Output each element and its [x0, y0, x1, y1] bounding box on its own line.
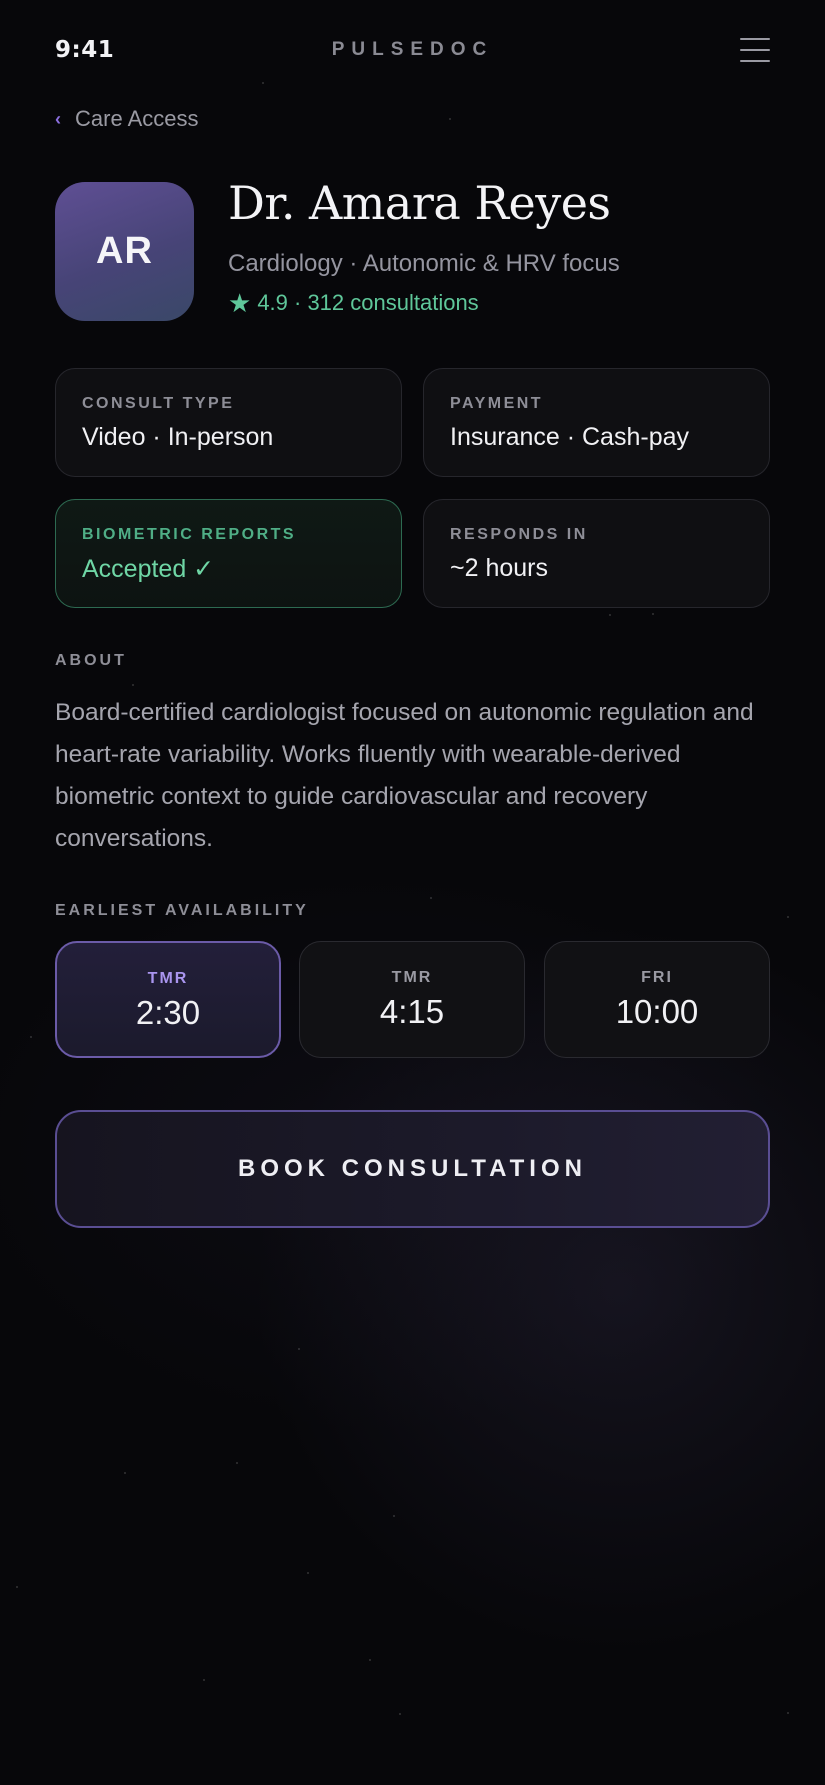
time-slot[interactable]: TMR 2:30 — [55, 941, 281, 1058]
doctor-specialty: Cardiology · Autonomic & HRV focus — [228, 250, 620, 277]
availability-heading: EARLIEST AVAILABILITY — [55, 902, 309, 919]
back-link[interactable]: ‹ Care Access — [55, 106, 199, 132]
about-heading: ABOUT — [55, 652, 127, 669]
star-icon: ★ — [228, 288, 252, 318]
book-button-label: BOOK CONSULTATION — [238, 1155, 587, 1182]
about-text: Board-certified cardiologist focused on … — [55, 699, 754, 852]
responds-in-card: RESPONDS IN ~2 hours — [423, 499, 770, 608]
card-value: Insurance · Cash-pay — [450, 423, 690, 451]
doctor-profile-screen: 9:41 PULSEDOC ‹ Care Access AR Dr. Amara… — [0, 0, 825, 1785]
avatar: AR — [55, 182, 194, 321]
app-brand: PULSEDOC — [331, 39, 494, 60]
payment-card: PAYMENT Insurance · Cash-pay — [423, 368, 770, 477]
card-label: CONSULT TYPE — [82, 395, 235, 412]
slot-time: 2:30 — [135, 994, 201, 1031]
slot-day: TMR — [147, 970, 189, 987]
slot-day: TMR — [391, 969, 433, 986]
card-value: ~2 hours — [450, 554, 548, 582]
card-label: BIOMETRIC REPORTS — [82, 526, 297, 543]
consult-type-card: CONSULT TYPE Video · In-person — [55, 368, 402, 477]
biometric-reports-card: BIOMETRIC REPORTS Accepted ✓ — [55, 499, 402, 608]
status-bar: 9:41 PULSEDOC — [55, 30, 770, 70]
card-value: Accepted ✓ — [82, 555, 215, 583]
doctor-rating: ★ 4.9 · 312 consultations — [228, 290, 479, 316]
slot-time: 10:00 — [615, 993, 699, 1030]
card-label: RESPONDS IN — [450, 526, 588, 543]
card-label: PAYMENT — [450, 395, 544, 412]
chevron-left-icon: ‹ — [55, 109, 61, 129]
time-slot[interactable]: TMR 4:15 — [299, 941, 525, 1058]
hamburger-menu-icon[interactable] — [740, 38, 770, 62]
card-value: Video · In-person — [82, 423, 274, 451]
back-label: Care Access — [75, 106, 199, 131]
time-slot[interactable]: FRI 10:00 — [544, 941, 770, 1058]
rating-text: 4.9 · 312 consultations — [257, 290, 479, 315]
book-consultation-button[interactable]: BOOK CONSULTATION — [55, 1110, 770, 1228]
doctor-name: Dr. Amara Reyes — [228, 176, 611, 230]
slot-time: 4:15 — [379, 993, 445, 1030]
slot-day: FRI — [641, 969, 673, 986]
